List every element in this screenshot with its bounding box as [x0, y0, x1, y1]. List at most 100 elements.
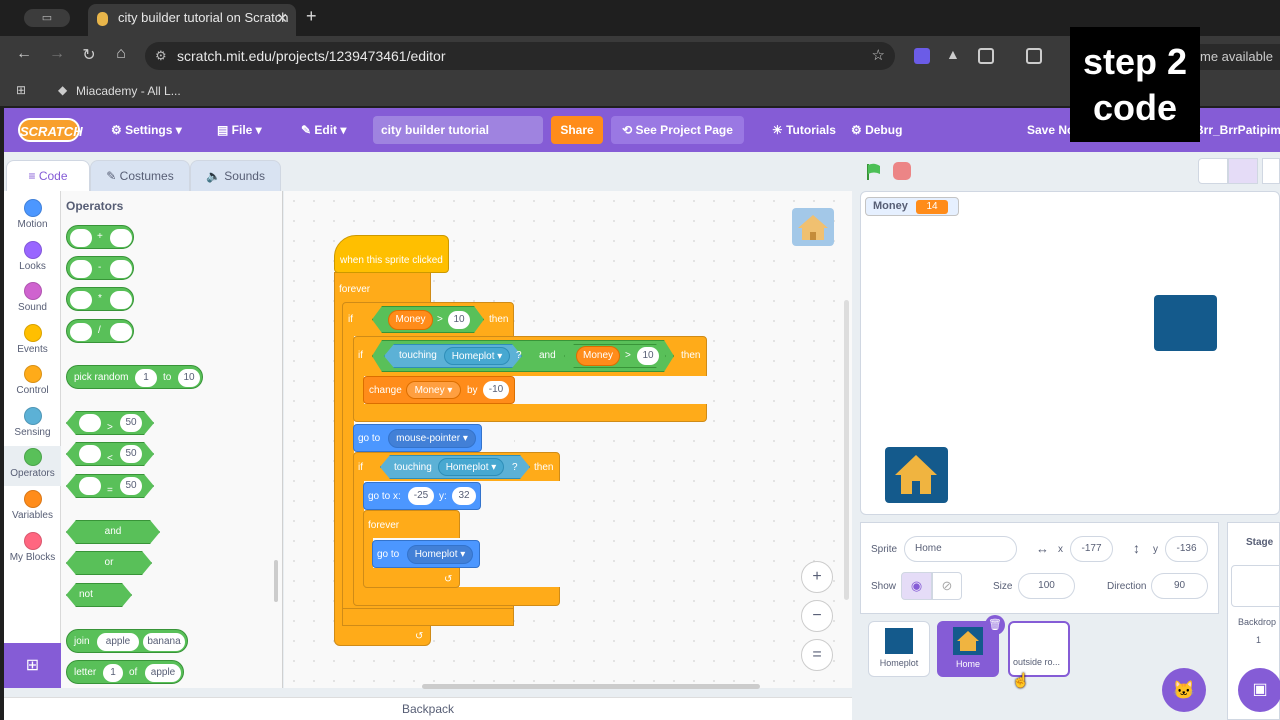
file-menu[interactable]: ▤ File ▾	[217, 122, 262, 138]
or-block[interactable]: or	[66, 551, 152, 575]
size-field[interactable]: 100	[1018, 573, 1075, 599]
slot[interactable]	[110, 229, 132, 247]
tab-sounds[interactable]: 🔈 Sounds	[190, 160, 281, 192]
large-stage-button[interactable]	[1228, 158, 1258, 184]
pick-random-block[interactable]: pick random 1 to 10	[66, 365, 203, 389]
fullscreen-icon[interactable]	[1262, 158, 1280, 184]
slot[interactable]: 50	[120, 445, 142, 463]
url-field[interactable]: ⚙ scratch.mit.edu/projects/1239473461/ed…	[145, 42, 895, 70]
join-block[interactable]: join apple banana	[66, 629, 188, 653]
divide-block[interactable]: /	[66, 319, 134, 343]
x-field[interactable]: -177	[1070, 536, 1113, 562]
site-info-icon[interactable]: ⚙	[155, 42, 167, 70]
category-control[interactable]: Control	[4, 363, 61, 403]
small-stage-button[interactable]	[1198, 158, 1228, 184]
browser-tab[interactable]: city builder tutorial on Scratch ✕	[88, 4, 296, 36]
not-block[interactable]: not	[66, 583, 132, 607]
project-title-input[interactable]: city builder tutorial	[373, 116, 543, 144]
bookmark-star-icon[interactable]: ☆	[872, 42, 885, 70]
slot[interactable]	[70, 260, 92, 278]
back-icon[interactable]: ←	[14, 45, 34, 63]
show-visible-icon[interactable]: ◉	[901, 572, 932, 600]
greater-than-block[interactable]: >50	[66, 411, 154, 435]
delete-sprite-icon[interactable]: 🗑	[985, 615, 1005, 635]
slot[interactable]	[110, 291, 132, 309]
slot[interactable]	[79, 477, 101, 495]
equals-block[interactable]: = 50	[66, 474, 154, 498]
y-field[interactable]: -136	[1165, 536, 1208, 562]
add-block[interactable]: +	[66, 225, 134, 249]
stop-icon[interactable]	[893, 162, 911, 180]
zoom-out-button[interactable]: −	[801, 600, 833, 632]
zoom-reset-button[interactable]: =	[801, 639, 833, 671]
letter-of-block[interactable]: letter 1 of apple	[66, 660, 184, 684]
compare-value[interactable]: 10	[448, 311, 470, 329]
homeplot-sprite[interactable]	[1154, 295, 1217, 351]
home-sprite[interactable]	[885, 447, 948, 503]
tab-search-button[interactable]: ▭	[24, 9, 70, 27]
pick-random-to[interactable]: 10	[178, 369, 200, 387]
go-to-xy-block[interactable]: go to x: -25 y: 32	[363, 482, 481, 510]
new-tab-icon[interactable]: +	[306, 6, 317, 27]
account-menu[interactable]: Brr_BrrPatipim	[1195, 122, 1280, 138]
go-to-homeplot-block[interactable]: go to Homeplot ▾	[372, 540, 480, 568]
money-reporter[interactable]: Money	[388, 310, 433, 330]
cast-icon[interactable]	[1026, 48, 1042, 64]
category-operators[interactable]: Operators	[4, 446, 61, 486]
sprite-thumb-homeplot[interactable]: Homeplot	[868, 621, 930, 677]
slot[interactable]: 50	[120, 477, 142, 495]
direction-field[interactable]: 90	[1151, 573, 1208, 599]
sprite-thumb-outside-road[interactable]: outside ro...	[1008, 621, 1070, 677]
money-reporter[interactable]: Money	[576, 346, 620, 366]
homeplot-dropdown[interactable]: Homeplot ▾	[438, 458, 504, 476]
category-my-blocks[interactable]: My Blocks	[4, 530, 61, 570]
palette-scrollbar[interactable]	[274, 560, 278, 602]
show-hidden-icon[interactable]: ⊘	[932, 572, 962, 600]
x-input[interactable]: -25	[408, 487, 434, 505]
when-sprite-clicked-block[interactable]: when this sprite clicked	[334, 235, 449, 273]
category-events[interactable]: Events	[4, 322, 61, 362]
homeplot-dropdown[interactable]: Homeplot ▾	[444, 347, 510, 365]
share-button[interactable]: Share	[551, 116, 603, 144]
bookmark-miacademy[interactable]: Miacademy - All L...	[76, 84, 181, 98]
letter-index[interactable]: 1	[103, 664, 123, 682]
workspace-vscroll[interactable]	[844, 300, 849, 600]
tutorials-button[interactable]: ☀ Tutorials	[772, 122, 836, 138]
add-sprite-button[interactable]: 🐱	[1162, 668, 1206, 712]
debug-button[interactable]: ⚙ Debug	[851, 122, 902, 138]
slot[interactable]	[70, 291, 92, 309]
slot[interactable]	[70, 229, 92, 247]
category-motion[interactable]: Motion	[4, 197, 61, 237]
add-extension-button[interactable]: ⊞	[4, 643, 61, 688]
less-than-block[interactable]: <50	[66, 442, 154, 466]
reload-icon[interactable]: ↻	[79, 45, 99, 65]
puzzle-icon[interactable]	[978, 48, 994, 64]
pick-random-from[interactable]: 1	[135, 369, 157, 387]
join-first[interactable]: apple	[97, 633, 139, 651]
and-block[interactable]: and	[66, 520, 160, 544]
variable-dropdown[interactable]: Money ▾	[406, 381, 461, 399]
add-backdrop-button[interactable]: ▣	[1238, 668, 1280, 712]
slot[interactable]	[79, 414, 101, 432]
slot[interactable]	[110, 323, 132, 341]
scratch-logo[interactable]: SCRATCH	[18, 118, 83, 142]
sprite-name-field[interactable]: Home	[904, 536, 1017, 562]
see-project-page-button[interactable]: ⟲ See Project Page	[611, 116, 744, 144]
slot[interactable]	[79, 445, 101, 463]
category-variables[interactable]: Variables	[4, 488, 61, 528]
go-to-mouse-block[interactable]: go to mouse-pointer ▾	[353, 424, 482, 452]
apps-grid-icon[interactable]: ⊞	[16, 83, 26, 97]
category-sound[interactable]: Sound	[4, 280, 61, 320]
close-tab-icon[interactable]: ✕	[276, 4, 288, 32]
forward-icon[interactable]: →	[47, 45, 67, 63]
home-icon[interactable]: ⌂	[111, 45, 131, 63]
settings-menu[interactable]: ⚙ Settings ▾	[111, 122, 182, 138]
extension-icon[interactable]	[914, 48, 930, 64]
backpack[interactable]: Backpack	[4, 697, 852, 720]
join-second[interactable]: banana	[143, 633, 185, 651]
category-looks[interactable]: Looks	[4, 239, 61, 279]
zoom-in-button[interactable]: +	[801, 561, 833, 593]
multiply-block[interactable]: *	[66, 287, 134, 311]
green-flag-icon[interactable]	[864, 162, 884, 182]
change-amount[interactable]: -10	[483, 381, 509, 399]
